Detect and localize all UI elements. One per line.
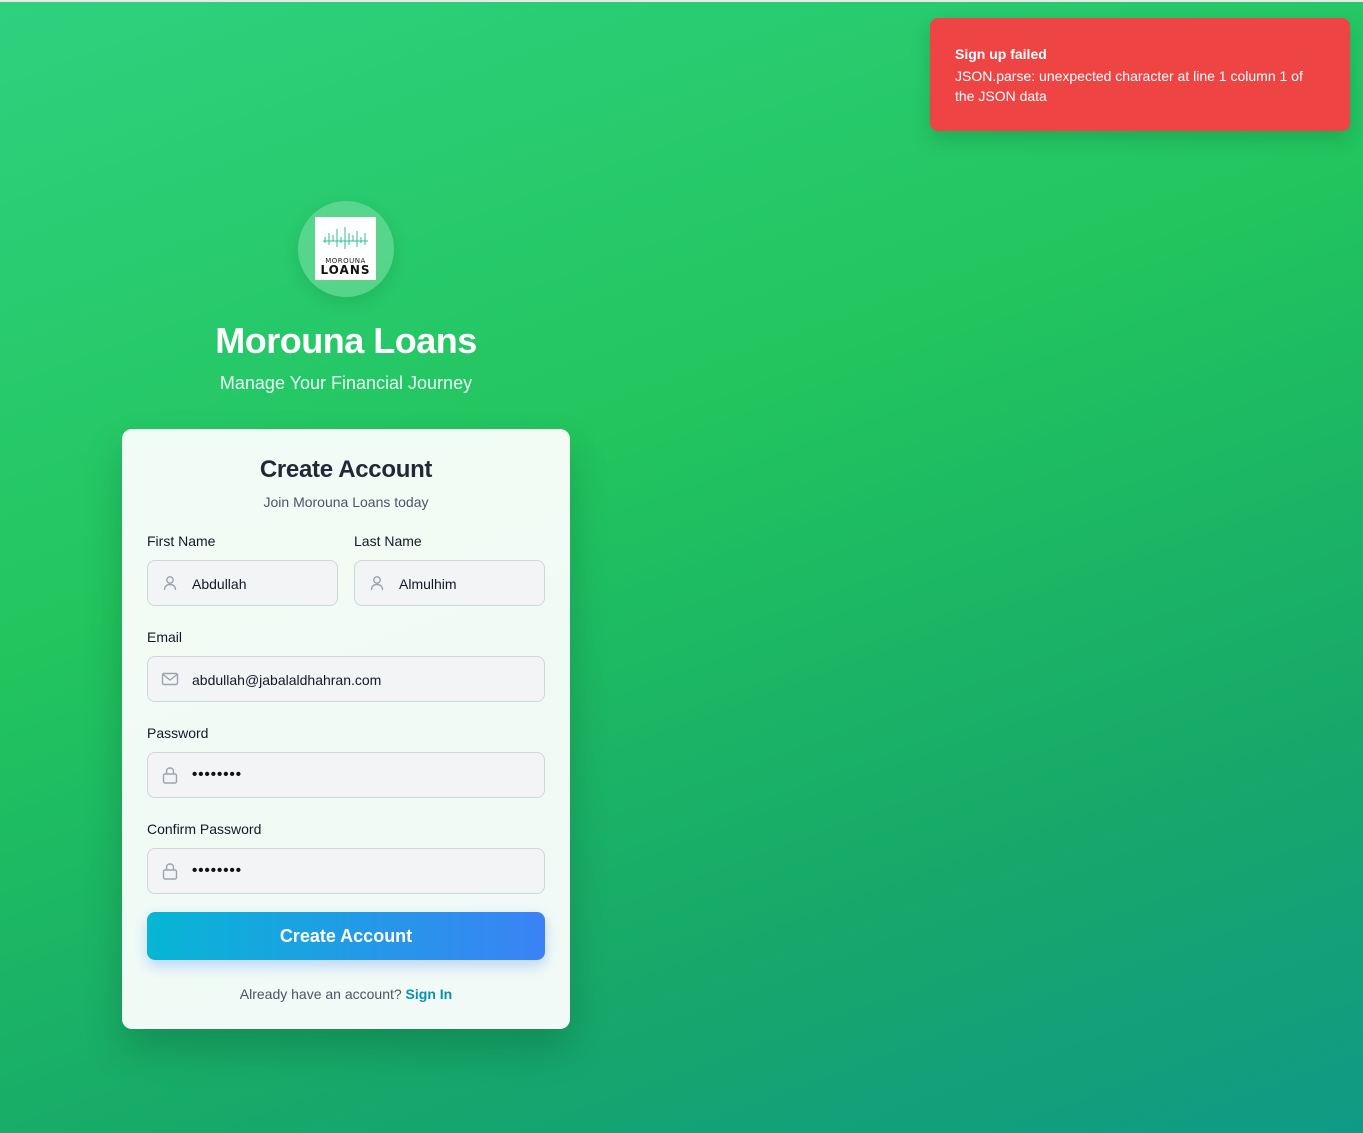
logo-text-bottom: LOANS — [320, 263, 371, 277]
user-icon — [370, 576, 384, 591]
mail-icon — [161, 672, 179, 686]
brand-subtitle: Manage Your Financial Journey — [219, 373, 473, 393]
last-name-field[interactable]: Almulhim — [354, 560, 545, 606]
first-name-field[interactable]: Abdullah — [147, 560, 338, 606]
user-icon — [163, 576, 177, 591]
brand-logo: MOROUNA LOANS — [315, 217, 376, 280]
toast-title: Sign up failed — [955, 46, 1047, 62]
lock-icon — [162, 863, 178, 880]
password-label: Password — [147, 725, 209, 741]
confirm-password-value: •••••••• — [192, 862, 243, 879]
signin-prompt: Already have an account? Sign In — [122, 984, 570, 1004]
logo-badge: MOROUNA LOANS — [298, 201, 394, 297]
last-name-label: Last Name — [354, 533, 422, 549]
sign-in-link[interactable]: Sign In — [406, 986, 453, 1002]
toast-message: JSON.parse: unexpected character at line… — [955, 68, 1303, 104]
signup-card: Create Account Join Morouna Loans today … — [122, 429, 570, 1029]
first-name-value: Abdullah — [192, 576, 247, 592]
chart-bars-icon — [323, 227, 368, 249]
email-label: Email — [147, 629, 183, 645]
brand-title: Morouna Loans — [215, 320, 477, 361]
confirm-password-field[interactable]: •••••••• — [147, 848, 545, 894]
password-value: •••••••• — [192, 766, 243, 783]
error-toast[interactable]: Sign up failed JSON.parse: unexpected ch… — [930, 18, 1350, 131]
last-name-value: Almulhim — [399, 576, 457, 592]
password-field[interactable]: •••••••• — [147, 752, 545, 798]
signin-prompt-text: Already have an account? — [239, 986, 402, 1002]
email-field[interactable]: abdullah@jabalaldhahran.com — [147, 656, 545, 702]
form-title: Create Account — [259, 456, 433, 483]
create-account-button[interactable]: Create Account — [147, 912, 545, 960]
first-name-label: First Name — [147, 533, 216, 549]
confirm-password-label: Confirm Password — [147, 821, 262, 837]
form-subtitle: Join Morouna Loans today — [263, 494, 429, 510]
email-value: abdullah@jabalaldhahran.com — [192, 672, 382, 688]
lock-icon — [162, 767, 178, 784]
top-border — [0, 0, 1363, 2]
